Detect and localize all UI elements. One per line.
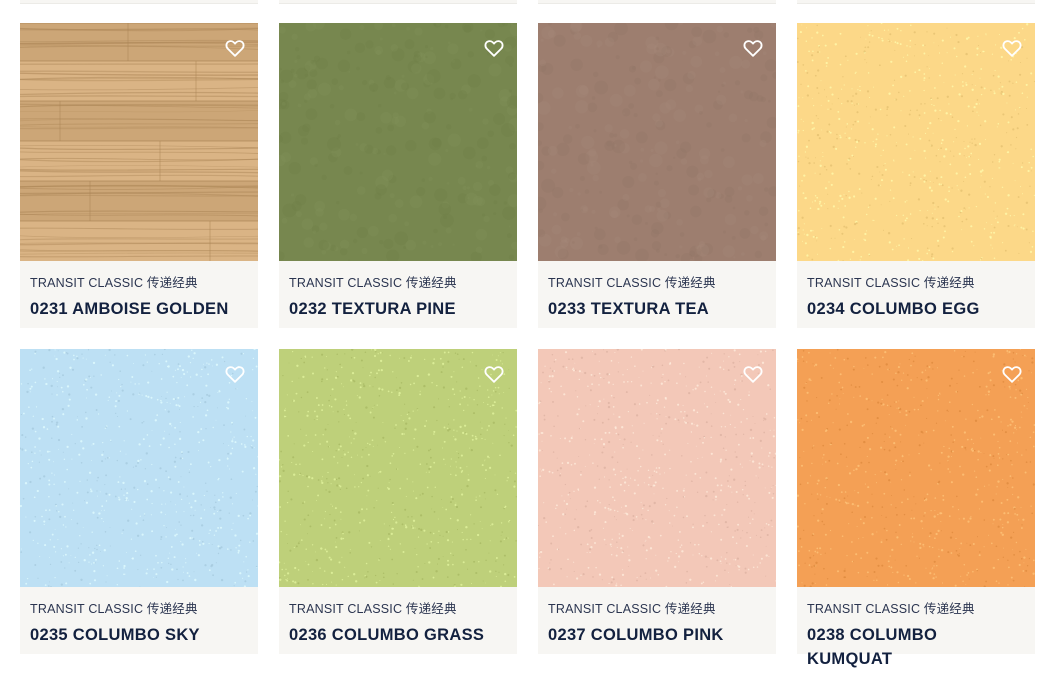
product-card[interactable]: TRANSIT CLASSIC 传递经典 0234 COLUMBO EGG [797,23,1035,328]
heart-outline-icon [225,366,245,383]
heart-outline-icon [743,40,763,57]
heart-outline-icon [1002,366,1022,383]
swatch-texture [797,349,1035,587]
swatch-texture [20,23,258,261]
favorite-button[interactable] [483,37,505,59]
swatch-texture [538,349,776,587]
favorite-button[interactable] [483,363,505,385]
product-name[interactable]: 0237 COLUMBO PINK [548,623,766,647]
swatch-texture [279,349,517,587]
previous-row-card-edges [0,0,1053,4]
product-swatch-image[interactable] [20,23,258,261]
product-card[interactable]: TRANSIT CLASSIC 传递经典 0232 TEXTURA PINE [279,23,517,328]
favorite-button[interactable] [1001,37,1023,59]
product-name[interactable]: 0233 TEXTURA TEA [548,297,766,321]
product-swatch-image[interactable] [797,23,1035,261]
product-name[interactable]: 0234 COLUMBO EGG [807,297,1025,321]
heart-outline-icon [484,366,504,383]
product-swatch-image[interactable] [797,349,1035,587]
heart-outline-icon [1002,40,1022,57]
product-swatch-image[interactable] [279,23,517,261]
favorite-button[interactable] [742,37,764,59]
product-card[interactable]: TRANSIT CLASSIC 传递经典 0237 COLUMBO PINK [538,349,776,654]
product-name[interactable]: 0235 COLUMBO SKY [30,623,248,647]
product-collection: TRANSIT CLASSIC 传递经典 [30,276,198,290]
product-grid-page: TRANSIT CLASSIC 传递经典 0231 AMBOISE GOLDEN… [0,0,1053,676]
favorite-button[interactable] [1001,363,1023,385]
product-card[interactable]: TRANSIT CLASSIC 传递经典 0238 COLUMBO KUMQUA… [797,349,1035,668]
product-card[interactable]: TRANSIT CLASSIC 传递经典 0236 COLUMBO GRASS [279,349,517,654]
product-name[interactable]: 0236 COLUMBO GRASS [289,623,507,647]
product-collection: TRANSIT CLASSIC 传递经典 [807,276,975,290]
product-card[interactable]: TRANSIT CLASSIC 传递经典 0233 TEXTURA TEA [538,23,776,328]
previous-card-edge [20,0,258,4]
previous-card-edge [538,0,776,4]
swatch-texture [538,23,776,261]
product-collection: TRANSIT CLASSIC 传递经典 [30,602,198,616]
product-collection: TRANSIT CLASSIC 传递经典 [289,276,457,290]
product-collection: TRANSIT CLASSIC 传递经典 [548,276,716,290]
product-collection: TRANSIT CLASSIC 传递经典 [289,602,457,616]
swatch-texture [797,23,1035,261]
product-collection: TRANSIT CLASSIC 传递经典 [548,602,716,616]
product-swatch-image[interactable] [538,349,776,587]
product-grid: TRANSIT CLASSIC 传递经典 0231 AMBOISE GOLDEN… [20,23,1035,668]
previous-card-edge [797,0,1035,4]
product-name[interactable]: 0238 COLUMBO KUMQUAT [807,623,1025,671]
product-card[interactable]: TRANSIT CLASSIC 传递经典 0235 COLUMBO SKY [20,349,258,654]
product-card[interactable]: TRANSIT CLASSIC 传递经典 0231 AMBOISE GOLDEN [20,23,258,328]
heart-outline-icon [225,40,245,57]
swatch-texture [20,349,258,587]
product-swatch-image[interactable] [279,349,517,587]
product-name[interactable]: 0231 AMBOISE GOLDEN [30,297,248,321]
product-collection: TRANSIT CLASSIC 传递经典 [807,602,975,616]
heart-outline-icon [743,366,763,383]
product-swatch-image[interactable] [20,349,258,587]
favorite-button[interactable] [224,363,246,385]
favorite-button[interactable] [742,363,764,385]
previous-card-edge [279,0,517,4]
product-swatch-image[interactable] [538,23,776,261]
favorite-button[interactable] [224,37,246,59]
swatch-texture [279,23,517,261]
heart-outline-icon [484,40,504,57]
product-name[interactable]: 0232 TEXTURA PINE [289,297,507,321]
